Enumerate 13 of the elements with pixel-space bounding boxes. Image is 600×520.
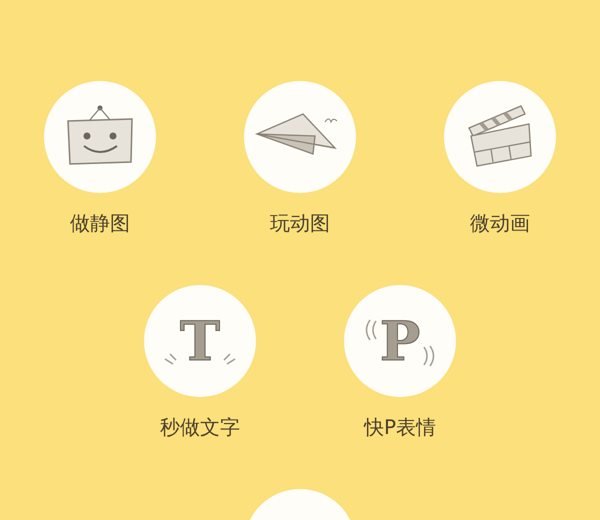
- letter-glyph: P: [380, 311, 420, 371]
- feature-label: 秒做文字: [160, 415, 240, 439]
- feature-label: 快P表情: [364, 415, 436, 439]
- motion-lines-icon: [364, 319, 378, 341]
- feature-button[interactable]: T: [144, 285, 256, 397]
- letter-glyph: T: [180, 311, 220, 371]
- feature-label: 玩动图: [270, 211, 330, 235]
- feature-label: 微动画: [470, 211, 530, 235]
- motion-lines-icon: [422, 345, 436, 367]
- feature-button[interactable]: P: [344, 285, 456, 397]
- motion-lines-icon: [164, 353, 178, 365]
- motion-lines-icon: [222, 353, 236, 365]
- feature-label: 做静图: [70, 211, 130, 235]
